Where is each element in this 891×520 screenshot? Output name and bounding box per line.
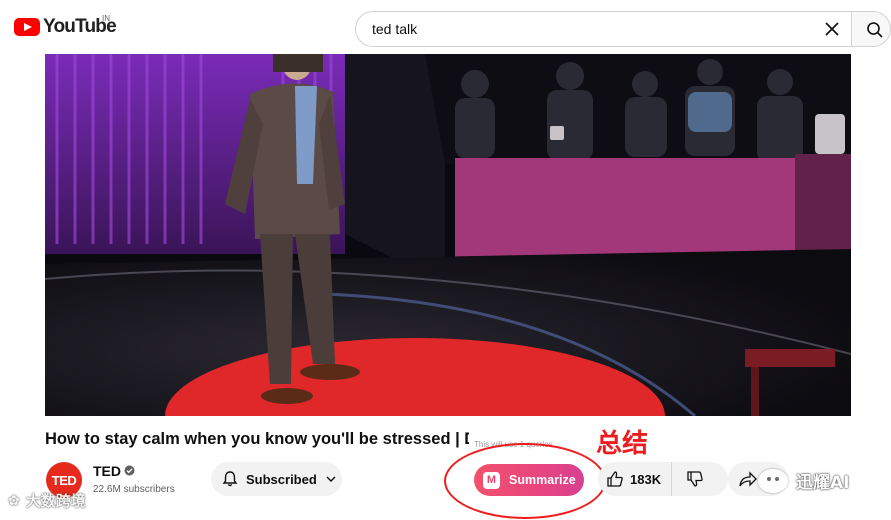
subscriber-count: 22.6M subscribers	[93, 484, 175, 495]
video-frame	[45, 54, 851, 416]
thumbs-down-icon	[687, 471, 703, 487]
share-icon	[739, 471, 757, 487]
summarize-tooltip: This will use 1 queries	[474, 440, 553, 449]
bell-icon	[222, 471, 238, 487]
summarize-m-icon: M	[483, 471, 500, 489]
search-button[interactable]	[851, 11, 891, 47]
summarize-button[interactable]: M Summarize	[474, 464, 584, 496]
like-dislike-group: 183K	[598, 462, 728, 496]
like-button[interactable]: 183K	[598, 462, 673, 496]
watermark-left-text: 大数跨境	[25, 492, 86, 510]
dislike-button[interactable]	[672, 462, 704, 496]
logo-region: IN	[102, 14, 110, 23]
youtube-logo-icon	[14, 18, 40, 36]
subscribe-label: Subscribed	[246, 471, 317, 487]
like-count: 183K	[630, 471, 662, 487]
verified-icon	[124, 465, 135, 476]
annotation-label: 总结	[596, 429, 649, 459]
watermark-logo-icon: ✿	[8, 492, 20, 509]
chevron-down-icon	[326, 476, 336, 482]
clear-icon[interactable]	[823, 20, 841, 38]
subscribe-button[interactable]: Subscribed	[211, 462, 342, 496]
summarize-label: Summarize	[509, 473, 576, 487]
video-player[interactable]	[45, 54, 851, 416]
youtube-logo[interactable]: YouTube	[14, 16, 117, 38]
thumbs-up-icon	[607, 471, 623, 487]
video-title: How to stay calm when you know you'll be…	[45, 430, 469, 448]
watermark-right: 迅耀AI	[758, 468, 849, 493]
channel-name[interactable]: TED	[93, 463, 121, 479]
search-box[interactable]	[355, 11, 851, 47]
watermark-left: ✿ 大数跨境	[8, 490, 86, 511]
search-icon	[867, 22, 883, 38]
watermark-right-text: 迅耀AI	[796, 473, 850, 493]
wechat-bubble-icon	[758, 468, 788, 493]
search-input[interactable]	[370, 20, 804, 38]
